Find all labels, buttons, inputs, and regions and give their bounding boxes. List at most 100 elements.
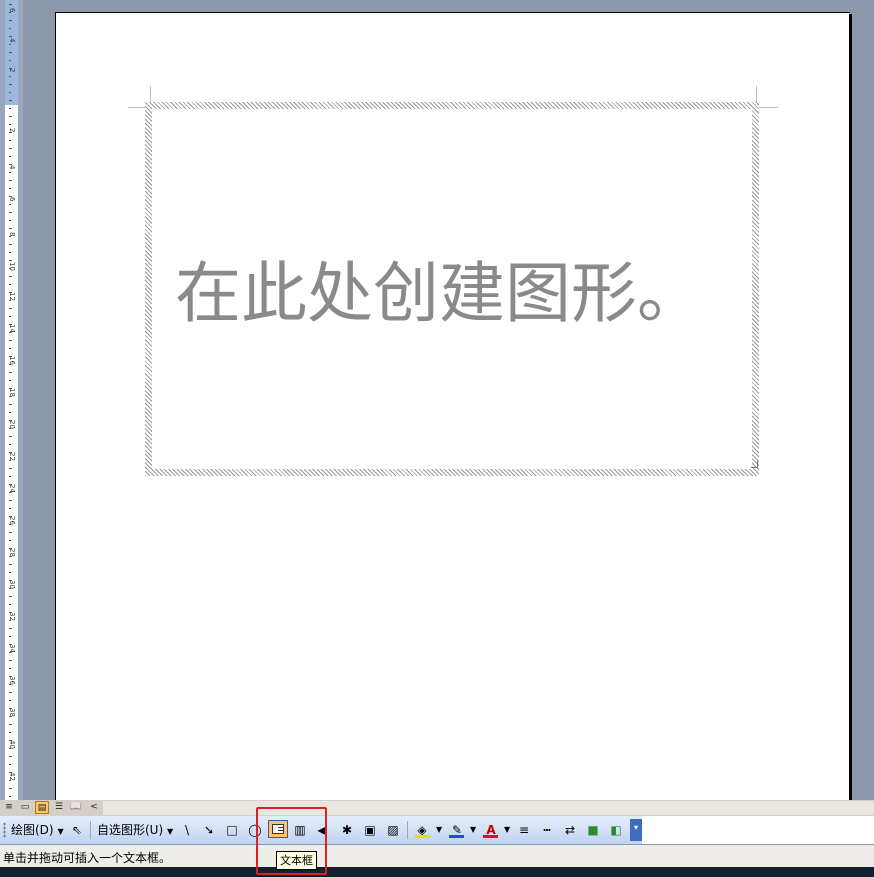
- ruler-label: 36: [8, 676, 16, 685]
- ruler-tick: [9, 764, 11, 765]
- chevron-down-icon[interactable]: ▼: [504, 821, 510, 839]
- ruler-tick: [9, 748, 11, 749]
- ruler-tick: [9, 668, 11, 669]
- ruler-tick: [9, 92, 11, 93]
- ruler-tick: [9, 676, 12, 677]
- ruler-label: 8: [8, 232, 16, 237]
- outline-view-button[interactable]: ☰: [52, 801, 66, 814]
- ruler-tick: [9, 28, 11, 29]
- ruler-label: 26: [8, 516, 16, 525]
- ruler-tick: [9, 228, 12, 229]
- ruler-label: 2: [8, 68, 16, 73]
- ruler-tick: [9, 468, 12, 469]
- chevron-down-icon[interactable]: ▼: [436, 821, 442, 839]
- vertical-ruler[interactable]: 6 4 2 2 4 6 8 10 12 14 16 18 20 22 24 26…: [0, 0, 23, 800]
- ruler-tick: [9, 116, 12, 117]
- canvas-resize-handle[interactable]: [751, 461, 758, 468]
- normal-view-button[interactable]: ≡: [2, 801, 16, 814]
- ruler-tick: [9, 436, 12, 437]
- ruler-label: 6: [8, 8, 16, 13]
- ruler-tick: [9, 140, 11, 141]
- ruler-tick: [9, 356, 12, 357]
- ruler-tick: [9, 340, 12, 341]
- toolbar-options-button[interactable]: ▾: [630, 819, 642, 841]
- ruler-tick: [9, 548, 12, 549]
- ruler-tick: [9, 612, 12, 613]
- draw-menu-button[interactable]: 绘图(D) ▼: [11, 821, 64, 839]
- ruler-tick: [9, 148, 12, 149]
- arrow-icon[interactable]: ➘: [200, 821, 218, 839]
- ruler-label: 34: [8, 644, 16, 653]
- horizontal-scrollbar[interactable]: [103, 801, 874, 815]
- ruler-tick: [9, 724, 12, 725]
- ruler-tick: [9, 388, 12, 389]
- line-style-icon[interactable]: ≡: [515, 821, 533, 839]
- ruler-tick: [9, 596, 12, 597]
- view-bar: ≡ ▭ ▤ ☰ 📖 <: [0, 800, 874, 816]
- ruler-label: 2: [8, 128, 16, 133]
- page-shadow: [849, 14, 852, 800]
- arrow-style-icon[interactable]: ⇄: [561, 821, 579, 839]
- 3d-style-icon[interactable]: ◧: [607, 821, 625, 839]
- ruler-tick: [9, 796, 11, 797]
- dash-style-icon[interactable]: ┅: [538, 821, 556, 839]
- ruler-tick: [9, 364, 11, 365]
- ruler-tick: [9, 316, 11, 317]
- insert-picture-icon[interactable]: ▨: [384, 821, 402, 839]
- ruler-tick: [9, 236, 11, 237]
- diagram-icon[interactable]: ✱: [338, 821, 356, 839]
- ruler-tick: [9, 300, 11, 301]
- ruler-tick: [9, 740, 12, 741]
- ruler-label: 42: [8, 772, 16, 781]
- ruler-tick: [9, 164, 12, 165]
- ruler-tick: [9, 500, 12, 501]
- reading-view-button[interactable]: 📖: [69, 801, 83, 814]
- chevron-down-icon[interactable]: ▼: [470, 821, 476, 839]
- rectangle-icon[interactable]: □: [223, 821, 241, 839]
- ruler-tick: [9, 372, 12, 373]
- ruler-tick: [9, 620, 11, 621]
- ruler-label: 16: [8, 356, 16, 365]
- select-objects-icon[interactable]: ⇖: [68, 821, 86, 839]
- ruler-tick: [9, 268, 11, 269]
- autoshapes-menu-label: 自选图形(U): [97, 823, 164, 837]
- web-layout-view-button[interactable]: ▭: [18, 801, 32, 814]
- ruler-tick: [9, 732, 11, 733]
- ruler-tick: [9, 412, 11, 413]
- ruler-tick: [9, 124, 11, 125]
- autoshapes-menu-button[interactable]: 自选图形(U) ▼: [97, 821, 173, 839]
- ruler-tick: [9, 604, 11, 605]
- ruler-tick: [9, 532, 12, 533]
- ruler-tick: [9, 324, 12, 325]
- ruler-tick: [9, 132, 12, 133]
- clipart-icon[interactable]: ▣: [361, 821, 379, 839]
- print-layout-view-button[interactable]: ▤: [35, 801, 49, 814]
- ruler-tick: [9, 660, 12, 661]
- ruler-tick: [9, 348, 11, 349]
- line-color-swatch: [449, 835, 464, 838]
- font-color-swatch: [483, 835, 498, 838]
- line-icon[interactable]: \: [178, 821, 196, 839]
- ruler-tick: [9, 260, 12, 261]
- ruler-label: 10: [8, 262, 16, 271]
- ruler-tick: [9, 396, 11, 397]
- scroll-left-button[interactable]: <: [87, 801, 101, 814]
- shadow-style-icon[interactable]: ■: [584, 821, 602, 839]
- ruler-label: 22: [8, 452, 16, 461]
- ruler-tick: [9, 84, 12, 85]
- ruler-label: 4: [8, 165, 16, 170]
- ruler-label: 28: [8, 548, 16, 557]
- toolbar-separator: [90, 821, 91, 839]
- ruler-tick: [9, 756, 12, 757]
- ruler-tick: [9, 700, 11, 701]
- ruler-tick: [9, 60, 11, 61]
- ruler-tick: [9, 524, 11, 525]
- ruler-tick: [9, 172, 11, 173]
- ruler-tick: [9, 196, 12, 197]
- toolbar-grip[interactable]: [3, 822, 6, 838]
- ruler-tick: [9, 452, 12, 453]
- toolbar-empty-area: [642, 816, 874, 844]
- ruler-tick: [9, 556, 11, 557]
- ruler-tick: [9, 708, 12, 709]
- ruler-tick: [9, 772, 12, 773]
